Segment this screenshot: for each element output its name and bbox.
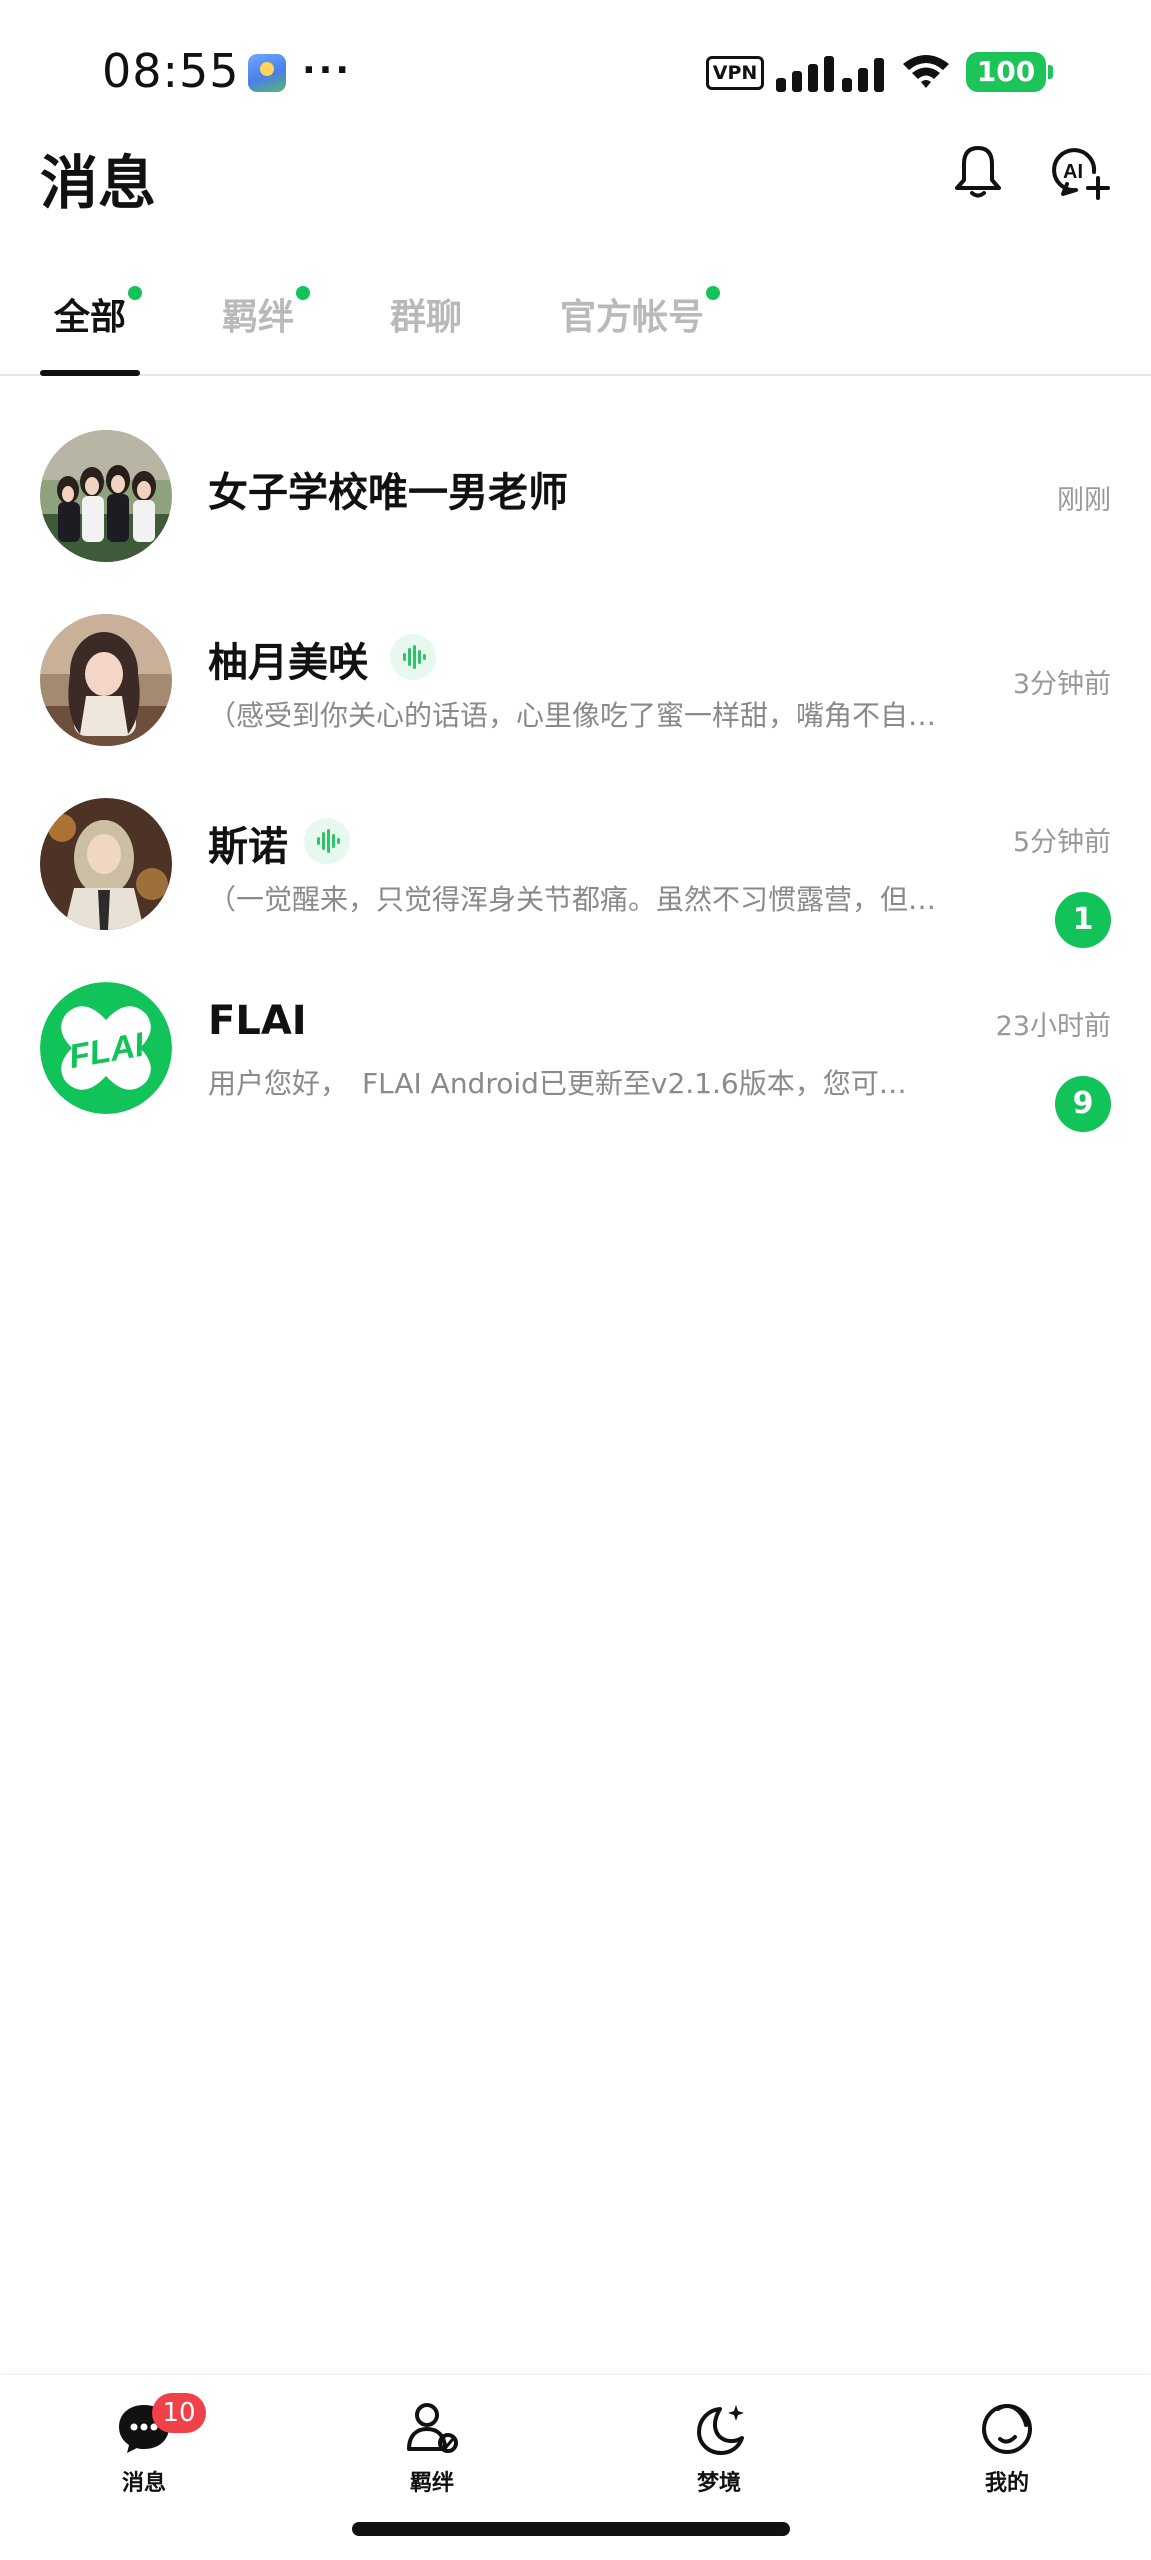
tab-label: 官方帐号 — [560, 297, 705, 338]
nav-profile[interactable]: 我的 — [937, 2399, 1077, 2497]
tab-unread-dot — [128, 286, 143, 300]
nav-bond[interactable]: 羁绊 — [362, 2399, 502, 2497]
tab-all[interactable]: 全部 — [54, 286, 143, 340]
tab-bond[interactable]: 羁绊 — [222, 286, 311, 340]
voice-icon — [304, 818, 350, 864]
nav-unread-badge: 10 — [152, 2393, 206, 2433]
tab-unread-dot — [296, 286, 311, 300]
svg-text:AI: AI — [1063, 161, 1083, 183]
nav-label: 消息 — [121, 2471, 166, 2496]
moon-sparkle-icon — [697, 2405, 744, 2455]
app-notification-icon — [248, 54, 286, 92]
tab-label: 群聊 — [390, 297, 463, 338]
tab-label: 羁绊 — [222, 297, 295, 338]
battery-icon: 100 — [966, 52, 1053, 92]
nav-dreamland[interactable]: 梦境 — [649, 2399, 789, 2497]
chat-time: 3分钟前 — [1012, 669, 1111, 700]
chat-name: FLAI — [208, 998, 307, 1044]
nav-label: 羁绊 — [409, 2471, 454, 2496]
chat-name: 斯诺 — [208, 824, 288, 870]
tab-bar: 全部 羁绊 群聊 官方帐号 — [0, 270, 1151, 376]
chat-list-item[interactable]: 女子学校唯一男老师 刚刚 — [0, 406, 1151, 590]
nav-label: 梦境 — [696, 2471, 741, 2496]
more-notifications-icon: ··· — [302, 50, 353, 91]
chat-preview: （感受到你关心的话语，心里像吃了蜜一样甜，嘴角不自… — [208, 699, 937, 732]
chat-preview: 用户您好， FLAI Android已更新至v2.1.6版本，您可… — [208, 1067, 907, 1100]
avatar[interactable] — [40, 614, 172, 746]
bell-icon[interactable] — [948, 142, 1008, 202]
nav-label: 我的 — [984, 2471, 1029, 2496]
profile-icon — [982, 2404, 1032, 2454]
tab-group-chat[interactable]: 群聊 — [390, 288, 462, 340]
signal-icon — [776, 56, 884, 92]
vpn-icon: VPN — [706, 56, 764, 90]
tab-active-indicator — [40, 370, 140, 376]
chat-time: 5分钟前 — [1012, 827, 1111, 858]
unread-count-badge: 1 — [1055, 892, 1111, 948]
chat-list-item[interactable]: 柚月美咲 （感受到你关心的话语，心里像吃了蜜一样甜，嘴角不自… 3分钟前 — [0, 590, 1151, 774]
wifi-icon — [903, 55, 949, 88]
chat-name: 女子学校唯一男老师 — [208, 470, 568, 516]
tab-unread-dot — [706, 286, 721, 300]
status-bar: 08:55 ··· VPN 100 — [0, 0, 1151, 140]
chat-list-item[interactable]: FLAI FLAI 用户您好， FLAI Android已更新至v2.1.6版本… — [0, 958, 1151, 1142]
flai-logo[interactable]: FLAI — [40, 982, 172, 1114]
tab-official-accounts[interactable]: 官方帐号 — [560, 286, 721, 340]
people-icon — [407, 2403, 458, 2453]
voice-icon — [390, 634, 436, 680]
chat-time: 刚刚 — [1057, 485, 1111, 516]
avatar[interactable] — [40, 798, 172, 930]
avatar[interactable] — [40, 430, 172, 562]
chat-time: 23小时前 — [995, 1011, 1111, 1042]
chat-name: 柚月美咲 — [208, 640, 368, 686]
status-time: 08:55 — [102, 44, 240, 98]
home-indicator[interactable] — [352, 2522, 790, 2536]
nav-messages[interactable]: 消息 10 — [74, 2393, 214, 2497]
page-title: 消息 — [40, 149, 157, 217]
ai-add-icon[interactable]: AI — [1050, 142, 1110, 202]
chat-preview: （一觉醒来，只觉得浑身关节都痛。虽然不习惯露营，但… — [208, 883, 937, 916]
chat-list-item[interactable]: 斯诺 （一觉醒来，只觉得浑身关节都痛。虽然不习惯露营，但… 5分钟前 1 — [0, 774, 1151, 958]
tab-label: 全部 — [54, 297, 127, 338]
unread-count-badge: 9 — [1055, 1076, 1111, 1132]
